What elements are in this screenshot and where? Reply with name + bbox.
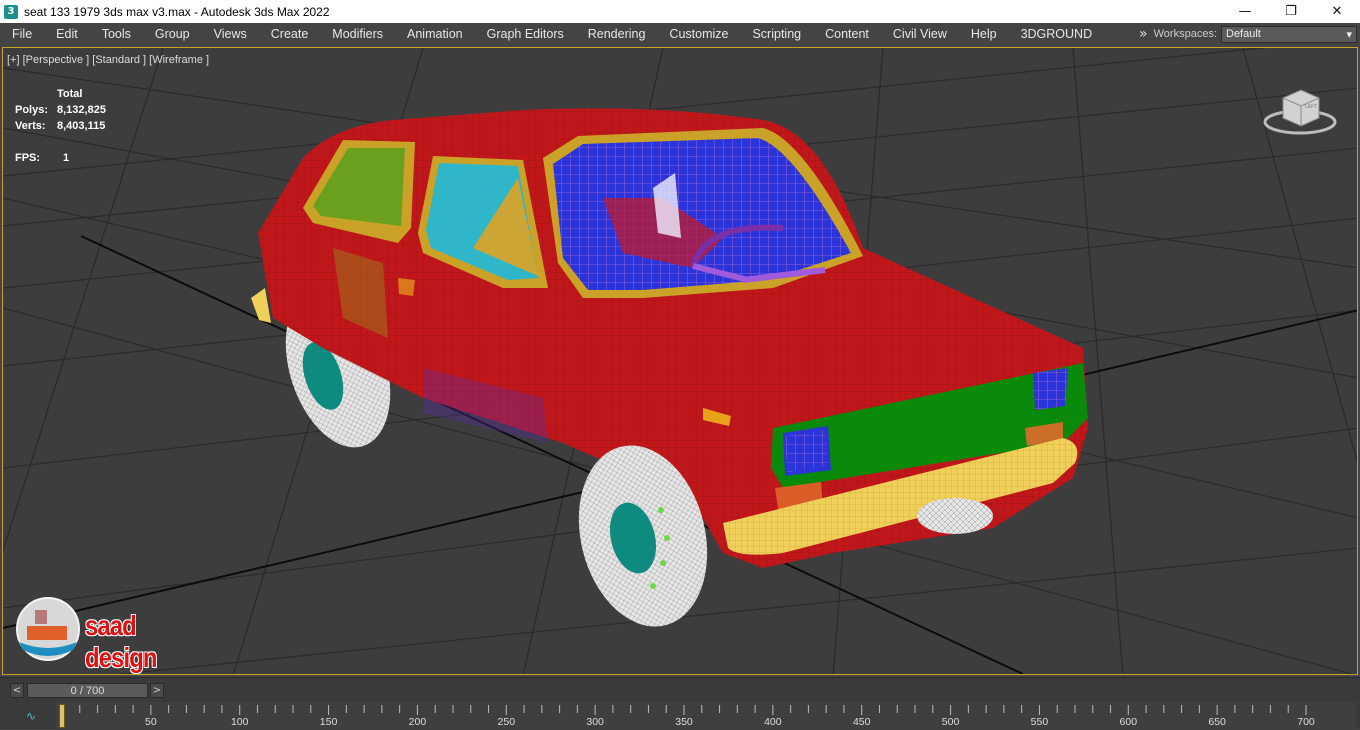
menu-3dground[interactable]: 3DGROUND [1009, 27, 1105, 41]
menu-graph-editors[interactable]: Graph Editors [475, 27, 576, 41]
front-wheel-far [917, 498, 993, 534]
stats-header: Total [57, 88, 83, 100]
timeline-tick-label: 400 [764, 716, 782, 728]
timeline-tick-label: 650 [1208, 716, 1226, 728]
current-frame-marker[interactable] [59, 704, 65, 728]
menu-views[interactable]: Views [202, 27, 259, 41]
stats-header-row: Total [15, 86, 106, 102]
workspace-dropdown[interactable]: Default ▾ [1221, 25, 1357, 43]
track-area[interactable]: 50 100 150 200 250 300 350 400 450 500 550 600 650 70… [56, 702, 1356, 730]
menu-create[interactable]: Create [259, 27, 321, 41]
menu-group[interactable]: Group [143, 27, 202, 41]
fps-label: FPS: [15, 152, 41, 164]
menu-civil-view[interactable]: Civil View [881, 27, 959, 41]
curve-editor-icon[interactable]: ∿ [18, 707, 44, 725]
fps-value: 1 [63, 152, 70, 164]
time-slider[interactable]: 0 / 700 [27, 683, 148, 698]
menu-modifiers[interactable]: Modifiers [320, 27, 395, 41]
timeline-tick-label: 250 [497, 716, 516, 728]
track-bar[interactable]: ∿ 50 100 150 200 250 300 350 400 450 500 550 600 650… [0, 702, 1360, 730]
timeline-tick-label: 500 [941, 716, 960, 728]
close-button[interactable]: ✕ [1314, 0, 1360, 23]
menu-help[interactable]: Help [959, 27, 1009, 41]
chevron-down-icon: ▾ [1346, 28, 1352, 41]
watermark-badge [16, 597, 80, 661]
next-frame-button[interactable]: > [150, 683, 164, 698]
menu-customize[interactable]: Customize [657, 27, 740, 41]
timeline-tick-label: 150 [319, 716, 338, 728]
timeline-ticks [61, 705, 1307, 715]
statistics-overlay: Total Polys: 8,132,825 Verts: 8,403,115 FP… [15, 86, 106, 166]
menu-file[interactable]: File [0, 27, 44, 41]
viewport-label[interactable]: [+] [Perspective ] [Standard ] [Wirefram… [7, 54, 209, 66]
timeline-tick-label: 200 [408, 716, 427, 728]
timeline-tick-label: 600 [1119, 716, 1138, 728]
verts-label: Verts: [15, 120, 46, 132]
workspaces-label: Workspaces: [1153, 28, 1217, 40]
workspace-value: Default [1226, 28, 1261, 40]
verts-row: Verts: 8,403,115 [15, 118, 106, 134]
title-bar: 3 seat 133 1979 3ds max v3.max - Autodes… [0, 0, 1360, 23]
menu-overflow-icon[interactable]: » [1139, 26, 1148, 42]
watermark-logo: saad design [13, 596, 223, 673]
viewport-scene [3, 48, 1357, 674]
timeline-tick-label: 450 [852, 716, 871, 728]
prev-frame-button[interactable]: < [10, 683, 24, 698]
timeline-tick-label: 100 [230, 716, 249, 728]
timeline-tick-label: 700 [1297, 716, 1315, 728]
viewcube[interactable]: LEFT [1263, 86, 1337, 136]
menu-content[interactable]: Content [813, 27, 881, 41]
window-title: seat 133 1979 3ds max v3.max - Autodesk … [24, 4, 330, 19]
perspective-viewport[interactable]: [+] [Perspective ] [Standard ] [Wirefram… [2, 47, 1358, 675]
timeline-panel: < 0 / 700 > ∿ 50 100 150 200 250 300 350 400 450… [0, 677, 1360, 730]
timeline-tick-label: 300 [586, 716, 604, 728]
time-slider-row: < 0 / 700 > [0, 682, 1360, 700]
timeline-tick-label: 350 [675, 716, 693, 728]
watermark-text: saad design [85, 610, 157, 673]
minimize-button[interactable]: — [1222, 0, 1268, 23]
menu-edit[interactable]: Edit [44, 27, 90, 41]
menu-scripting[interactable]: Scripting [740, 27, 813, 41]
menu-animation[interactable]: Animation [395, 27, 475, 41]
menu-bar: File Edit Tools Group Views Create Modif… [0, 23, 1360, 45]
timeline-tick-label: 50 [145, 716, 157, 728]
polys-row: Polys: 8,132,825 [15, 102, 106, 118]
menu-tools[interactable]: Tools [90, 27, 143, 41]
viewcube-face-label: LEFT [1305, 104, 1317, 110]
menu-rendering[interactable]: Rendering [576, 27, 658, 41]
timeline-tick-label: 550 [1030, 716, 1049, 728]
app-icon: 3 [4, 4, 18, 19]
polys-label: Polys: [15, 104, 49, 116]
verts-value: 8,403,115 [57, 120, 106, 132]
restore-button[interactable]: ❐ [1268, 0, 1314, 23]
fps-row: FPS: 1 [15, 150, 106, 166]
polys-value: 8,132,825 [57, 104, 106, 116]
